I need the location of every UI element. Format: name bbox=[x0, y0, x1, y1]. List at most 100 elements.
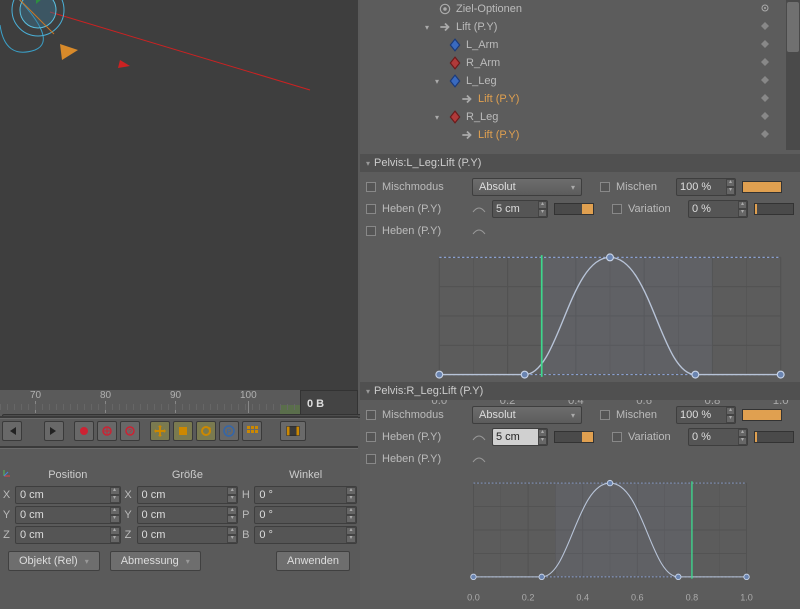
tree-label: Lift (P.Y) bbox=[456, 21, 760, 33]
svg-text:P: P bbox=[227, 429, 232, 436]
variation-checkbox-2[interactable] bbox=[612, 432, 622, 442]
svg-text:0.2: 0.2 bbox=[522, 593, 535, 603]
pla-button[interactable] bbox=[242, 421, 262, 441]
axes-icon bbox=[2, 468, 12, 478]
tree-label: Ziel-Optionen bbox=[456, 3, 760, 15]
arrow-icon bbox=[460, 92, 474, 106]
render-button[interactable] bbox=[280, 421, 306, 441]
svg-text:0.4: 0.4 bbox=[576, 593, 589, 603]
mischen-slider-2[interactable] bbox=[742, 409, 782, 421]
mischen-field[interactable]: ▴▾ bbox=[676, 178, 736, 196]
pos-z-field[interactable]: ▴▾ bbox=[15, 526, 121, 544]
mischen-checkbox-2[interactable] bbox=[600, 410, 610, 420]
arrow-icon bbox=[460, 128, 474, 142]
tree-row[interactable]: Ziel-Optionen bbox=[360, 0, 800, 18]
object-tree[interactable]: Ziel-Optionen ▾ Lift (P.Y) L_Arm R_Arm ▾ L_Leg… bbox=[360, 0, 800, 150]
angle-p-field[interactable]: ▴▾ bbox=[254, 506, 357, 524]
variation-label: Variation bbox=[628, 203, 682, 215]
tree-row[interactable]: Lift (P.Y) bbox=[360, 90, 800, 108]
heben2-checkbox-2[interactable] bbox=[366, 454, 376, 464]
bone-blue-icon bbox=[448, 74, 462, 88]
svg-text:0.0: 0.0 bbox=[467, 593, 480, 603]
variation-slider-2[interactable] bbox=[754, 431, 794, 443]
angle-b-field[interactable]: ▴▾ bbox=[254, 526, 357, 544]
tree-row[interactable]: L_Arm bbox=[360, 36, 800, 54]
size-y-field[interactable]: ▴▾ bbox=[137, 506, 239, 524]
bone-red-icon bbox=[448, 110, 462, 124]
pos-y-field[interactable]: ▴▾ bbox=[15, 506, 121, 524]
size-x-field[interactable]: ▴▾ bbox=[137, 486, 239, 504]
size-z-field[interactable]: ▴▾ bbox=[137, 526, 239, 544]
bone-blue-icon bbox=[448, 38, 462, 52]
curve-icon bbox=[472, 452, 486, 466]
mischen-label: Mischen bbox=[616, 181, 670, 193]
variation-slider[interactable] bbox=[754, 203, 794, 215]
svg-text:1.0: 1.0 bbox=[740, 593, 753, 603]
tree-row[interactable]: Lift (P.Y) bbox=[360, 126, 800, 144]
tree-row[interactable]: ▾ R_Leg bbox=[360, 108, 800, 126]
abmessung-dropdown[interactable]: Abmessung bbox=[110, 551, 201, 571]
heben-slider-2[interactable] bbox=[554, 431, 594, 443]
col-winkel: Winkel bbox=[253, 464, 358, 485]
expander-icon[interactable]: ▾ bbox=[432, 112, 442, 122]
svg-text:?: ? bbox=[128, 429, 132, 436]
tree-label: L_Arm bbox=[466, 39, 760, 51]
tree-row[interactable]: ▾ Lift (P.Y) bbox=[360, 18, 800, 36]
tree-label: R_Leg bbox=[466, 111, 760, 123]
expander-icon[interactable]: ▾ bbox=[422, 22, 432, 32]
row-x-label: X bbox=[0, 485, 14, 505]
tree-scrollbar[interactable] bbox=[786, 0, 800, 150]
goto-end-button[interactable] bbox=[44, 421, 64, 441]
heben-field[interactable]: ▴▾ bbox=[492, 200, 548, 218]
pos-x-field[interactable]: ▴▾ bbox=[15, 486, 121, 504]
move-tool-button[interactable] bbox=[150, 421, 170, 441]
curve-icon bbox=[472, 430, 486, 444]
section-header-lleg[interactable]: Pelvis:L_Leg:Lift (P.Y) bbox=[360, 154, 800, 172]
rotate-tool-button[interactable] bbox=[196, 421, 216, 441]
heben-checkbox[interactable] bbox=[366, 204, 376, 214]
row-z-label: Z bbox=[0, 525, 14, 545]
arrow-icon bbox=[438, 20, 452, 34]
mischmodus-checkbox[interactable] bbox=[366, 182, 376, 192]
mischen-slider[interactable] bbox=[742, 181, 782, 193]
heben-slider[interactable] bbox=[554, 203, 594, 215]
tree-label: L_Leg bbox=[466, 75, 760, 87]
scale-tool-button[interactable] bbox=[173, 421, 193, 441]
heben-field-2[interactable]: ▴▾ bbox=[492, 428, 548, 446]
tree-row[interactable]: ▾ L_Leg bbox=[360, 72, 800, 90]
coordinates-panel: Position Größe Winkel X ▴▾ X ▴▾ H ▴▾ Y ▴… bbox=[0, 464, 358, 577]
heben2-checkbox[interactable] bbox=[366, 226, 376, 236]
curve-icon bbox=[472, 224, 486, 238]
angle-h-field[interactable]: ▴▾ bbox=[254, 486, 357, 504]
curve-editor-2[interactable]: 0.0 0.2 0.4 0.6 0.8 1.0 bbox=[400, 474, 800, 606]
keyframe-options-button[interactable]: ? bbox=[120, 421, 140, 441]
variation-field[interactable]: ▴▾ bbox=[688, 200, 748, 218]
mischmodus-checkbox-2[interactable] bbox=[366, 410, 376, 420]
heben2-label: Heben (P.Y) bbox=[382, 225, 466, 237]
anwenden-button[interactable]: Anwenden bbox=[276, 551, 350, 571]
mischen-field-2[interactable]: ▴▾ bbox=[676, 406, 736, 424]
mischmodus-label: Mischmodus bbox=[382, 181, 466, 193]
mischmodus-dropdown-2[interactable]: Absolut bbox=[472, 406, 582, 424]
target-icon bbox=[438, 2, 452, 16]
autokey-button[interactable] bbox=[97, 421, 117, 441]
expander-icon[interactable]: ▾ bbox=[432, 76, 442, 86]
col-groesse: Größe bbox=[136, 464, 240, 485]
goto-start-button[interactable] bbox=[2, 421, 22, 441]
row-y-label: Y bbox=[0, 505, 14, 525]
svg-text:0.8: 0.8 bbox=[686, 593, 699, 603]
variation-field-2[interactable]: ▴▾ bbox=[688, 428, 748, 446]
tree-row[interactable]: R_Arm bbox=[360, 54, 800, 72]
mischen-checkbox[interactable] bbox=[600, 182, 610, 192]
mischmodus-dropdown[interactable]: Absolut bbox=[472, 178, 582, 196]
heben-checkbox-2[interactable] bbox=[366, 432, 376, 442]
section-header-rleg[interactable]: Pelvis:R_Leg:Lift (P.Y) bbox=[360, 382, 800, 400]
heben-label: Heben (P.Y) bbox=[382, 203, 466, 215]
curve-icon bbox=[472, 202, 486, 216]
svg-text:0.6: 0.6 bbox=[631, 593, 644, 603]
variation-checkbox[interactable] bbox=[612, 204, 622, 214]
record-button[interactable] bbox=[74, 421, 94, 441]
viewport-3d[interactable] bbox=[0, 0, 358, 390]
object-mode-dropdown[interactable]: Objekt (Rel) bbox=[8, 551, 100, 571]
parameter-button[interactable]: P bbox=[219, 421, 239, 441]
